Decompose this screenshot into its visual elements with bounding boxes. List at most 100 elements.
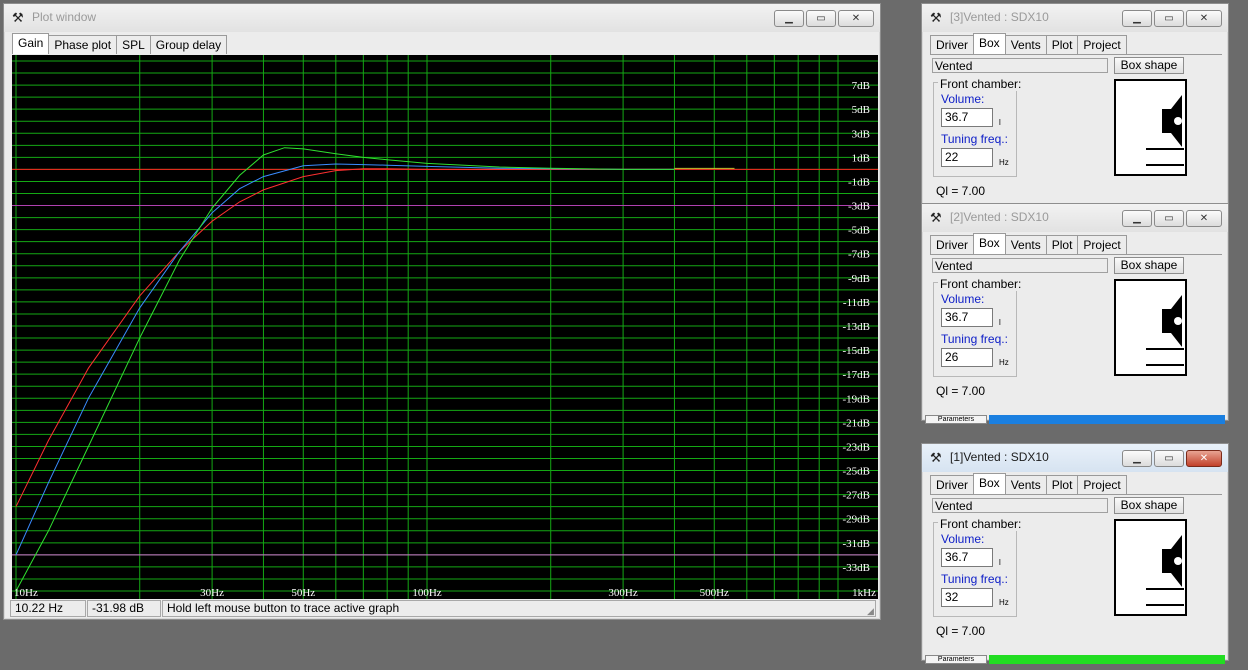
tab-vents[interactable]: Vents bbox=[1004, 35, 1047, 54]
minimize-button[interactable]: ▁ bbox=[774, 10, 804, 27]
maximize-button[interactable]: ▭ bbox=[1154, 10, 1184, 27]
maximize-button[interactable]: ▭ bbox=[1154, 210, 1184, 227]
tab-plot[interactable]: Plot bbox=[1045, 35, 1079, 54]
x-tick-label: 10Hz bbox=[14, 587, 38, 599]
parameters-progress: Parameters bbox=[925, 415, 1225, 424]
y-tick-label: -19dB bbox=[843, 393, 871, 405]
x-tick-label: 1kHz bbox=[852, 587, 876, 599]
maximize-icon: ▭ bbox=[1164, 453, 1174, 464]
tab-vents[interactable]: Vents bbox=[1004, 475, 1047, 494]
close-button[interactable]: ✕ bbox=[1186, 210, 1222, 227]
tab-box[interactable]: Box bbox=[973, 233, 1006, 254]
tab-box[interactable]: Box bbox=[973, 33, 1006, 54]
close-button[interactable]: ✕ bbox=[838, 10, 874, 27]
tuning-freq-input[interactable]: 26 bbox=[941, 348, 993, 367]
box-diagram bbox=[1114, 279, 1187, 376]
tuning-freq-unit: Hz bbox=[999, 158, 1009, 167]
box-window-title: [2]Vented : SDX10 bbox=[950, 210, 1049, 224]
volume-unit: l bbox=[999, 118, 1001, 127]
box-type-select[interactable]: Vented bbox=[932, 498, 1108, 513]
tab-phase-plot[interactable]: Phase plot bbox=[48, 35, 118, 54]
volume-input[interactable]: 36.7 bbox=[941, 548, 993, 567]
tab-project[interactable]: Project bbox=[1077, 35, 1127, 54]
tab-box[interactable]: Box bbox=[973, 473, 1006, 494]
y-tick-label: -11dB bbox=[843, 297, 870, 309]
y-tick-label: -3dB bbox=[848, 201, 870, 213]
box-shape-button[interactable]: Box shape bbox=[1114, 57, 1184, 74]
tab-driver[interactable]: Driver bbox=[930, 35, 974, 54]
ql-value: Ql = 7.00 bbox=[936, 624, 986, 638]
tab-driver[interactable]: Driver bbox=[930, 475, 974, 494]
wrench-icon: ⚒ bbox=[930, 210, 942, 225]
volume-input[interactable]: 36.7 bbox=[941, 108, 993, 127]
front-chamber-label: Front chamber: bbox=[938, 77, 1024, 91]
box-type-select[interactable]: Vented bbox=[932, 258, 1108, 273]
parameters-progress-label: Parameters bbox=[925, 655, 987, 664]
parameters-progress-fill bbox=[989, 655, 1225, 664]
tab-gain[interactable]: Gain bbox=[12, 33, 50, 54]
x-tick-label: 500Hz bbox=[700, 587, 729, 599]
x-tick-label: 30Hz bbox=[200, 587, 224, 599]
tab-divider bbox=[930, 54, 1222, 55]
minimize-button[interactable]: ▁ bbox=[1122, 10, 1152, 27]
parameters-progress-track bbox=[989, 415, 1225, 424]
minimize-button[interactable]: ▁ bbox=[1122, 450, 1152, 467]
close-button[interactable]: ✕ bbox=[1186, 10, 1222, 27]
y-tick-label: -21dB bbox=[843, 417, 871, 429]
box-window-titlebar[interactable]: ⚒ [2]Vented : SDX10 ▁ ▭ ✕ bbox=[922, 204, 1228, 232]
speaker-icon bbox=[1146, 295, 1184, 366]
volume-unit: l bbox=[999, 558, 1001, 567]
tuning-freq-unit: Hz bbox=[999, 358, 1009, 367]
plot-window-titlebar[interactable]: ⚒ Plot window ▁ ▭ ✕ bbox=[4, 4, 880, 32]
tab-plot[interactable]: Plot bbox=[1045, 475, 1079, 494]
tab-spl[interactable]: SPL bbox=[116, 35, 151, 54]
plot-tabs: Gain Phase plot SPL Group delay bbox=[12, 33, 228, 54]
close-icon: ✕ bbox=[851, 13, 861, 24]
gain-plot[interactable]: 7dB 5dB 3dB 1dB -1dB -3dB -5dB -7dB -9dB -11dB -13… bbox=[12, 55, 878, 599]
box-tabs: Driver Box Vents Plot Project bbox=[930, 473, 1127, 494]
box-window-titlebar[interactable]: ⚒ [3]Vented : SDX10 ▁ ▭ ✕ bbox=[922, 4, 1228, 32]
gain-chart-svg[interactable]: 7dB 5dB 3dB 1dB -1dB -3dB -5dB -7dB -9dB -11dB -13… bbox=[12, 55, 878, 599]
ql-value: Ql = 7.00 bbox=[936, 184, 986, 198]
maximize-button[interactable]: ▭ bbox=[806, 10, 836, 27]
box-shape-button[interactable]: Box shape bbox=[1114, 497, 1184, 514]
tab-vents[interactable]: Vents bbox=[1004, 235, 1047, 254]
status-level: -31.98 dB bbox=[87, 600, 161, 617]
volume-label: Volume: bbox=[941, 292, 985, 306]
tuning-freq-input[interactable]: 32 bbox=[941, 588, 993, 607]
maximize-icon: ▭ bbox=[816, 13, 826, 24]
y-tick-label: -13dB bbox=[843, 321, 871, 333]
tab-divider bbox=[930, 494, 1222, 495]
volume-label: Volume: bbox=[941, 532, 985, 546]
close-button[interactable]: ✕ bbox=[1186, 450, 1222, 467]
ql-value: Ql = 7.00 bbox=[936, 384, 986, 398]
x-tick-label: 300Hz bbox=[608, 587, 637, 599]
tab-group-delay[interactable]: Group delay bbox=[149, 35, 228, 54]
close-icon: ✕ bbox=[1199, 13, 1209, 24]
volume-input[interactable]: 36.7 bbox=[941, 308, 993, 327]
status-frequency: 10.22 Hz bbox=[10, 600, 86, 617]
y-tick-label: -5dB bbox=[848, 225, 870, 237]
minimize-icon: ▁ bbox=[1133, 213, 1141, 224]
resize-grip-icon[interactable]: ◢ bbox=[867, 606, 877, 616]
box-window-titlebar[interactable]: ⚒ [1]Vented : SDX10 ▁ ▭ ✕ bbox=[922, 444, 1228, 472]
minimize-button[interactable]: ▁ bbox=[1122, 210, 1152, 227]
tuning-freq-input[interactable]: 22 bbox=[941, 148, 993, 167]
front-chamber-label: Front chamber: bbox=[938, 277, 1024, 291]
tab-driver[interactable]: Driver bbox=[930, 235, 974, 254]
box-shape-button[interactable]: Box shape bbox=[1114, 257, 1184, 274]
box-window-2: ⚒ [2]Vented : SDX10 ▁ ▭ ✕ Driver Box Ven… bbox=[921, 203, 1229, 424]
box-type-select[interactable]: Vented bbox=[932, 58, 1108, 73]
maximize-button[interactable]: ▭ bbox=[1154, 450, 1184, 467]
minimize-icon: ▁ bbox=[785, 13, 793, 24]
parameters-progress-fill bbox=[989, 415, 1225, 424]
front-chamber-label: Front chamber: bbox=[938, 517, 1024, 531]
tab-plot[interactable]: Plot bbox=[1045, 235, 1079, 254]
box-diagram bbox=[1114, 79, 1187, 176]
tab-project[interactable]: Project bbox=[1077, 235, 1127, 254]
box-window-1: ⚒ [3]Vented : SDX10 ▁ ▭ ✕ Driver Box Ven… bbox=[921, 3, 1229, 221]
volume-unit: l bbox=[999, 318, 1001, 327]
tab-project[interactable]: Project bbox=[1077, 475, 1127, 494]
close-icon: ✕ bbox=[1199, 453, 1209, 464]
y-tick-label: -7dB bbox=[848, 249, 870, 261]
